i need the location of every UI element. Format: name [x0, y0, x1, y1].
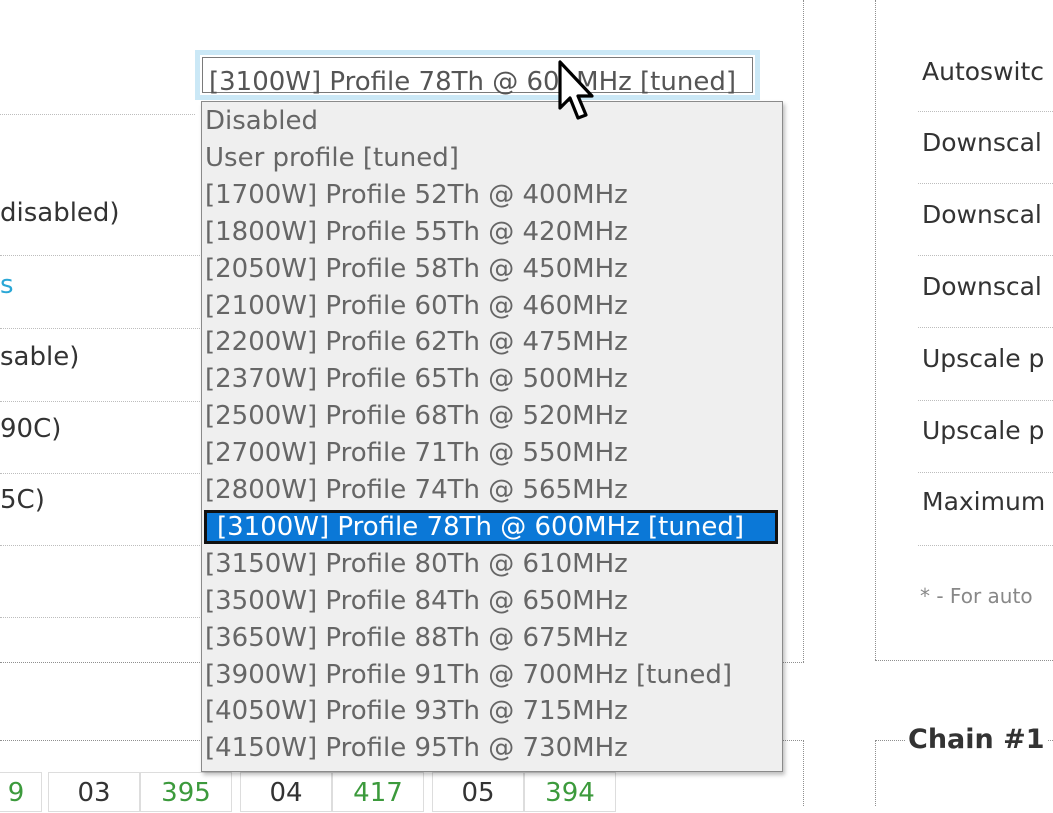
right-row-downscale-2: Downscal: [922, 200, 1042, 229]
profile-option[interactable]: [2700W] Profile 71Th @ 550MHz: [204, 436, 628, 470]
profile-option[interactable]: [2370W] Profile 65Th @ 500MHz: [204, 362, 628, 396]
profile-option[interactable]: [2050W] Profile 58Th @ 450MHz: [204, 252, 628, 286]
right-row-upscale-1: Upscale p: [922, 344, 1045, 373]
chain-cell: 03: [48, 772, 140, 812]
right-row-downscale-1: Downscal: [922, 128, 1042, 157]
fieldset-border: [875, 740, 876, 806]
profile-select-field[interactable]: [3100W] Profile 78Th @ 600MHz [tuned]: [202, 57, 753, 95]
profile-option[interactable]: [4150W] Profile 95Th @ 730MHz: [204, 731, 628, 765]
row-divider: [918, 111, 1053, 112]
profile-option[interactable]: [4050W] Profile 93Th @ 715MHz: [204, 694, 628, 728]
right-row-maximum: Maximum: [922, 487, 1046, 516]
row-divider: [0, 401, 200, 402]
chain-cell: 395: [140, 772, 232, 812]
profile-option[interactable]: [2200W] Profile 62Th @ 475MHz: [204, 325, 628, 359]
profile-option[interactable]: [3500W] Profile 84Th @ 650MHz: [204, 584, 628, 618]
panel-border: [875, 660, 1053, 661]
left-row-4: 5C): [0, 485, 45, 515]
profile-option[interactable]: Disabled: [204, 104, 318, 138]
left-row-2: sable): [0, 342, 80, 372]
panel-border: [803, 740, 804, 806]
profile-option[interactable]: [2800W] Profile 74Th @ 565MHz: [204, 473, 628, 507]
row-divider: [0, 473, 200, 474]
profile-option[interactable]: [3150W] Profile 80Th @ 610MHz: [204, 547, 628, 581]
row-divider: [918, 183, 1053, 184]
chain-cell: 394: [524, 772, 616, 812]
chain-cell: 417: [332, 772, 424, 812]
row-divider: [918, 400, 1053, 401]
chain-cell: 05: [432, 772, 524, 812]
chain-cell: 04: [240, 772, 332, 812]
right-row-upscale-2: Upscale p: [922, 416, 1045, 445]
profile-option[interactable]: [3650W] Profile 88Th @ 675MHz: [204, 621, 628, 655]
profile-option[interactable]: [2500W] Profile 68Th @ 520MHz: [204, 399, 628, 433]
profile-option[interactable]: [2100W] Profile 60Th @ 460MHz: [204, 289, 628, 323]
profile-option[interactable]: [3100W] Profile 78Th @ 600MHz [tuned]: [204, 509, 778, 544]
chain-cell: 9: [0, 772, 42, 812]
row-divider: [0, 328, 200, 329]
profile-select-value: [3100W] Profile 78Th @ 600MHz [tuned]: [209, 67, 736, 97]
profile-dropdown-list[interactable]: Disabled User profile [tuned] [1700W] Prof…: [201, 101, 783, 772]
row-divider: [918, 255, 1053, 256]
profile-select[interactable]: [3100W] Profile 78Th @ 600MHz [tuned]: [195, 50, 760, 100]
left-row-1[interactable]: s: [0, 270, 200, 300]
profile-option[interactable]: [3900W] Profile 91Th @ 700MHz [tuned]: [204, 658, 732, 692]
row-divider: [0, 114, 195, 115]
profile-option[interactable]: [1800W] Profile 55Th @ 420MHz: [204, 215, 628, 249]
profile-option[interactable]: User profile [tuned]: [204, 141, 459, 175]
row-divider: [918, 472, 1053, 473]
footnote: * - For auto: [920, 584, 1033, 608]
row-divider: [918, 545, 1053, 546]
chain-title: Chain #1: [906, 724, 1047, 755]
row-divider: [918, 327, 1053, 328]
panel-border: [875, 0, 876, 660]
right-row-autoswitch: Autoswitc: [922, 57, 1045, 86]
left-row-0: disabled): [0, 198, 120, 228]
row-divider: [0, 617, 200, 618]
row-divider: [0, 255, 200, 256]
right-row-downscale-3: Downscal: [922, 272, 1042, 301]
profile-option[interactable]: [1700W] Profile 52Th @ 400MHz: [204, 178, 628, 212]
panel-border: [803, 0, 804, 662]
mouse-cursor-icon: [558, 60, 594, 120]
left-row-3: 90C): [0, 414, 62, 444]
row-divider: [0, 545, 200, 546]
